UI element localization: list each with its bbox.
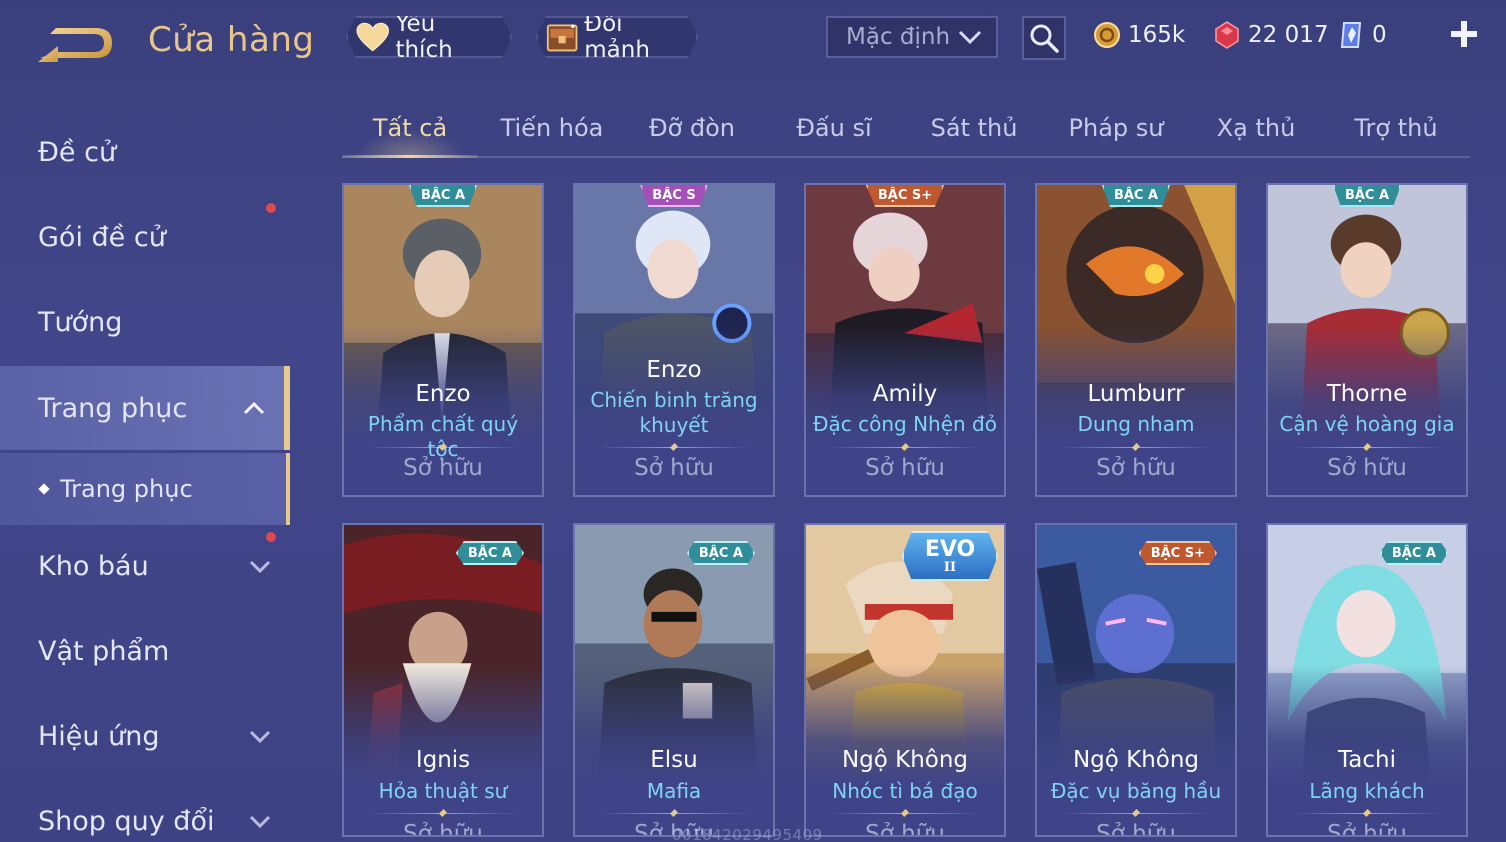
ownership-status: Sở hữu [403, 821, 483, 837]
hero-name: Elsu [650, 747, 698, 773]
plus-icon [1451, 21, 1477, 47]
page-title: Cửa hàng [148, 20, 315, 60]
tab-tank[interactable]: Đỡ đòn [624, 100, 760, 156]
skin-card[interactable]: BẬC A Lumburr Dung nham Sở hữu [1035, 183, 1237, 497]
sidebar-item-heroes[interactable]: Tướng [0, 280, 290, 364]
hero-name: Tachi [1338, 747, 1396, 773]
evolution-badge: EVO II [902, 531, 998, 581]
favorites-button[interactable]: Yêu thích [346, 16, 512, 58]
skin-card[interactable]: BẬC A Enzo Phẩm chất quý tộc Sở hữu [342, 183, 544, 497]
skin-name: Nhóc tì bá đạo [832, 779, 978, 803]
skin-name: Lãng khách [1309, 779, 1425, 803]
sidebar-item-featured[interactable]: Đề cử [0, 110, 290, 194]
skin-name: Dung nham [1077, 412, 1195, 436]
tier-badge: BẬC A [1332, 185, 1402, 207]
hero-name: Thorne [1326, 381, 1408, 407]
skin-card[interactable]: BẬC A Tachi Lãng khách Sở hữu [1266, 523, 1468, 837]
skin-name: Đặc công Nhện đỏ [813, 412, 997, 436]
sidebar-item-treasure[interactable]: Kho báu [0, 524, 290, 608]
notification-dot [266, 203, 276, 213]
hero-name: Ngộ Không [1072, 747, 1200, 773]
sidebar-item-featured-bundles[interactable]: Gói đề cử [0, 195, 290, 279]
add-currency-button[interactable] [1448, 18, 1480, 50]
ownership-status: Sở hữu [1327, 455, 1407, 481]
sidebar-subitem-skins[interactable]: Trang phục [0, 453, 290, 525]
ownership-status: Sở hữu [1327, 821, 1407, 837]
tab-all[interactable]: Tất cả [342, 100, 478, 158]
tier-badge: BẬC S+ [1139, 541, 1217, 565]
skin-name: Đặc vụ băng hầu [1050, 779, 1222, 803]
chevron-down-icon [249, 560, 271, 574]
sidebar-item-skins[interactable]: Trang phục [0, 366, 290, 450]
skin-card[interactable]: BẬC S Enzo Chiến binh trăng khuyết Sở hữ… [573, 183, 775, 497]
tab-mage[interactable]: Pháp sư [1046, 100, 1186, 156]
diamond-icon [1340, 22, 1362, 48]
search-button[interactable] [1022, 16, 1066, 60]
sidebar-item-exchange-shop[interactable]: Shop quy đổi [0, 779, 290, 842]
hero-name: Enzo [415, 381, 471, 407]
voucher-balance: 22 017 [1214, 18, 1328, 52]
tier-badge: BẬC S [640, 185, 708, 207]
ownership-status: Sở hữu [865, 821, 945, 837]
gold-coin-icon [1094, 22, 1120, 48]
treasure-chest-icon [546, 20, 578, 54]
skin-card[interactable]: BẬC A Thorne Cận vệ hoàng gia Sở hữu [1266, 183, 1468, 497]
ownership-status: Sở hữu [1096, 455, 1176, 481]
gold-balance: 165k [1094, 18, 1185, 52]
hero-name: Lumburr [1087, 381, 1185, 407]
player-id-watermark: 001842029495409 [672, 826, 823, 842]
skin-card[interactable]: EVO II Ngộ Không Nhóc tì bá đạo Sở hữu [804, 523, 1006, 837]
back-arrow-icon[interactable] [36, 22, 116, 64]
red-voucher-icon [1215, 21, 1239, 49]
chevron-down-icon [249, 815, 271, 829]
hero-name: Enzo [646, 357, 702, 383]
tier-badge: BẬC A [687, 541, 755, 565]
sort-dropdown[interactable]: Mặc định [826, 16, 998, 58]
favorites-label: Yêu thích [395, 11, 453, 63]
tier-badge: BẬC A [456, 541, 524, 565]
shard-exchange-button[interactable]: Đổi mảnh [536, 16, 698, 58]
diamond-balance: 0 [1338, 18, 1387, 52]
sidebar-item-items[interactable]: Vật phẩm [0, 609, 290, 693]
skin-name: Chiến binh trăng khuyết [590, 388, 758, 437]
skin-card[interactable]: BẬC S+ Amily Đặc công Nhện đỏ Sở hữu [804, 183, 1006, 497]
notification-dot [266, 532, 276, 542]
skin-name: Hỏa thuật sư [378, 779, 508, 803]
chevron-up-icon [243, 401, 265, 415]
tier-badge: BẬC A [1380, 541, 1448, 565]
tier-badge: BẬC A [1101, 185, 1171, 207]
chevron-down-icon [249, 730, 271, 744]
bullet-icon [38, 483, 50, 495]
tier-badge: BẬC A [408, 185, 478, 207]
hero-name: Ngộ Không [841, 747, 969, 773]
top-bar: Cửa hàng Yêu thích Đổi mảnh Mặc định 165… [0, 0, 1506, 80]
tab-support[interactable]: Trợ thủ [1328, 100, 1464, 156]
ownership-status: Sở hữu [865, 455, 945, 481]
tab-fighter[interactable]: Đấu sĩ [766, 100, 902, 156]
skin-card[interactable]: BẬC A Ignis Hỏa thuật sư Sở hữu [342, 523, 544, 837]
role-tabs: Tất cả Tiến hóa Đỡ đòn Đấu sĩ Sát thủ Ph… [342, 100, 1470, 158]
skin-card[interactable]: BẬC A Elsu Mafia Sở hữu [573, 523, 775, 837]
tab-marksman[interactable]: Xạ thủ [1188, 100, 1324, 156]
sort-selected-value: Mặc định [846, 24, 951, 50]
tab-assassin[interactable]: Sát thủ [906, 100, 1042, 156]
skin-card[interactable]: BẬC S+ Ngộ Không Đặc vụ băng hầu Sở hữu [1035, 523, 1237, 837]
shard-exchange-label: Đổi mảnh [584, 11, 650, 63]
skin-name: Mafia [646, 779, 702, 803]
sidebar: Đề cử Gói đề cử Tướng Trang phục Trang p… [0, 100, 290, 842]
tier-badge: BẬC S+ [865, 185, 945, 207]
sidebar-item-effects[interactable]: Hiệu ứng [0, 694, 290, 778]
hero-name: Ignis [415, 747, 471, 773]
search-icon [1030, 24, 1059, 53]
ownership-status: Sở hữu [1096, 821, 1176, 837]
skin-name: Cận vệ hoàng gia [1279, 412, 1455, 436]
tab-evolution[interactable]: Tiến hóa [482, 100, 622, 156]
heart-icon [356, 22, 389, 52]
skin-grid: BẬC A Enzo Phẩm chất quý tộc Sở hữu BẬC … [342, 183, 1470, 842]
hero-name: Amily [872, 381, 938, 407]
chevron-down-icon [958, 30, 982, 45]
ownership-status: Sở hữu [634, 455, 714, 481]
ownership-status: Sở hữu [403, 455, 483, 481]
